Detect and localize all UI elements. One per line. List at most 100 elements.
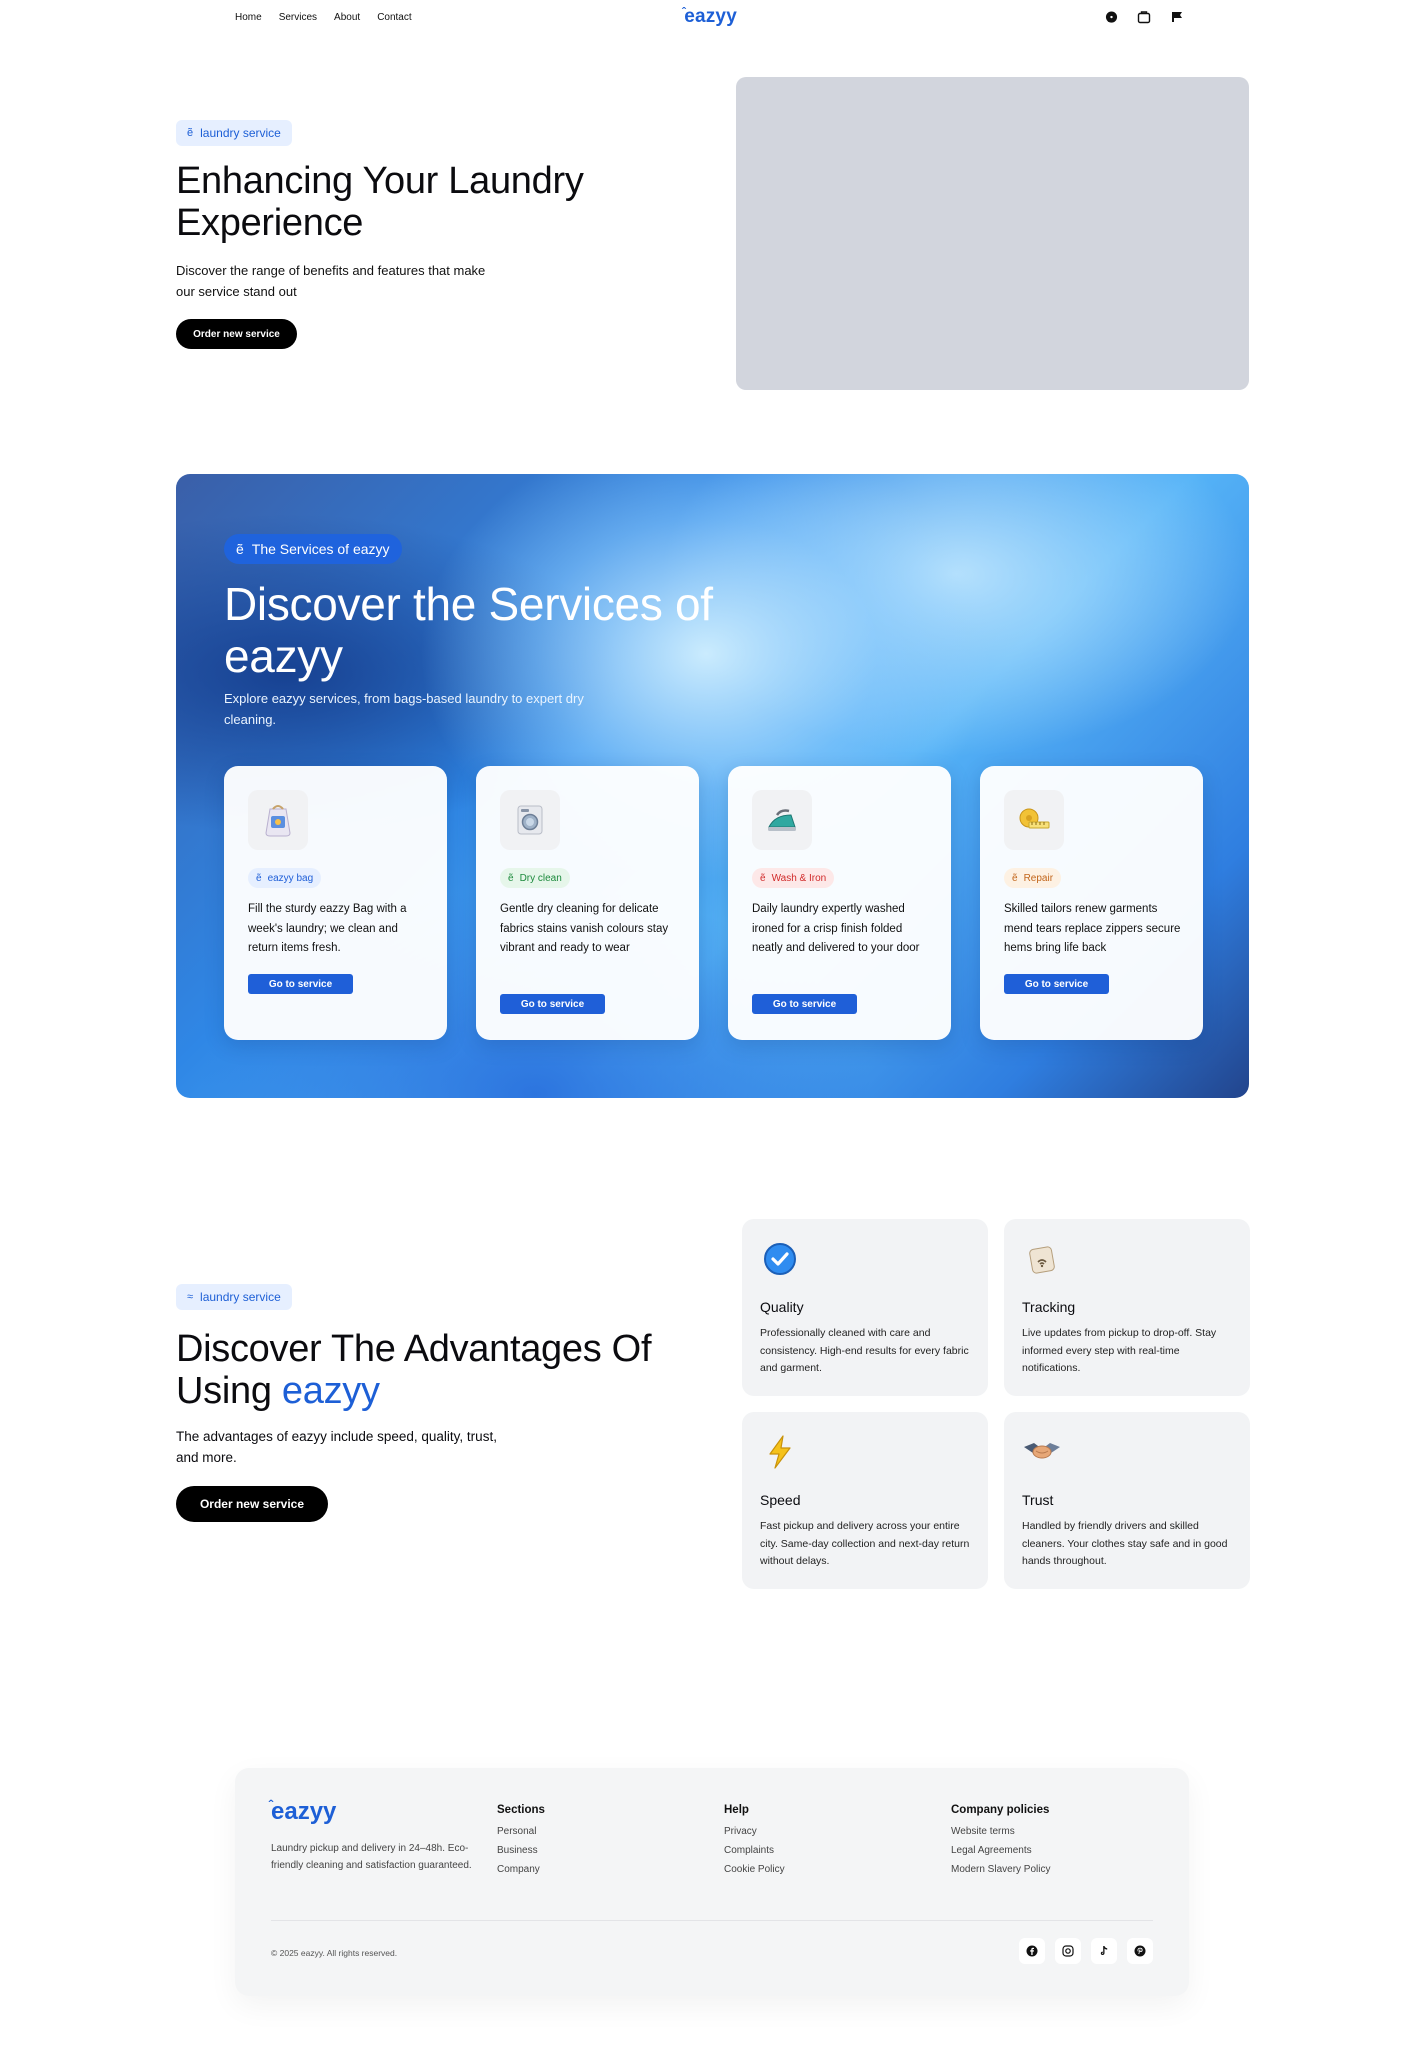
laundry-bag-icon: [248, 790, 308, 850]
pinterest-icon[interactable]: [1127, 1938, 1153, 1964]
advantages-pill-label: laundry service: [200, 1290, 281, 1304]
services-pill-label: The Services of eazyy: [251, 541, 390, 557]
footer-tagline: Laundry pickup and delivery in 24–48h. E…: [271, 1843, 472, 1871]
advantages-title: Discover The Advantages Of Using eazyy: [176, 1328, 696, 1412]
feature-card-speed: Speed Fast pickup and delivery across yo…: [742, 1412, 988, 1589]
service-card-wash-iron: ẽ Wash & Iron Daily laundry expertly was…: [728, 766, 951, 1040]
order-service-button[interactable]: Order new service: [176, 319, 297, 349]
service-tag-dry-clean: ẽ Dry clean: [500, 868, 570, 888]
footer-column-title: Sections: [497, 1804, 545, 1816]
tracking-tag-icon: [1022, 1239, 1062, 1279]
feature-text: Professionally cleaned with care and con…: [760, 1327, 969, 1374]
service-card-eazyy-bag: ẽ eazyy bag Fill the sturdy eazzy Bag wi…: [224, 766, 447, 1040]
feature-card-trust: Trust Handled by friendly drivers and sk…: [1004, 1412, 1250, 1589]
tape-measure-icon: [1004, 790, 1064, 850]
nav-about-link[interactable]: About: [334, 12, 360, 23]
hero-title: Enhancing Your Laundry Experience: [176, 160, 584, 244]
services-description: Explore eazyy services, from bags-based …: [224, 691, 584, 727]
service-tag-label: eazyy bag: [267, 872, 314, 884]
handshake-icon: [1022, 1432, 1062, 1472]
nav-icons: [1103, 9, 1185, 25]
chat-icon[interactable]: [1103, 9, 1119, 25]
check-badge-icon: [760, 1239, 800, 1279]
feature-card-quality: Quality Professionally cleaned with care…: [742, 1219, 988, 1396]
service-card-text: Daily laundry expertly washed ironed for…: [752, 903, 920, 954]
footer-column-help: Help Privacy Complaints Cookie Policy: [724, 1804, 785, 1883]
service-card-text: Fill the sturdy eazzy Bag with a week's …: [248, 903, 407, 954]
feature-text: Live updates from pickup to drop-off. St…: [1022, 1327, 1217, 1374]
order-service-button[interactable]: Order new service: [176, 1486, 328, 1522]
footer-link-business[interactable]: Business: [497, 1845, 545, 1856]
footer-link-privacy[interactable]: Privacy: [724, 1826, 785, 1837]
footer-link-modern-slavery-policy[interactable]: Modern Slavery Policy: [951, 1864, 1050, 1875]
nav-contact-link[interactable]: Contact: [377, 12, 411, 23]
feature-text: Handled by friendly drivers and skilled …: [1022, 1520, 1228, 1567]
washing-machine-icon: [500, 790, 560, 850]
nav-links: Home Services About Contact: [235, 12, 412, 23]
go-to-service-button[interactable]: Go to service: [1004, 974, 1109, 994]
footer-social-links: [1019, 1938, 1153, 1964]
services-section: ẽ The Services of eazyy Discover the Ser…: [176, 474, 1249, 1098]
feature-text: Fast pickup and delivery across your ent…: [760, 1520, 970, 1567]
advantages-title-main: Discover The Advantages Of Using: [176, 1328, 652, 1412]
footer-link-complaints[interactable]: Complaints: [724, 1845, 785, 1856]
footer-brand-name: eazyy: [271, 1798, 337, 1825]
footer-column-title: Company policies: [951, 1804, 1050, 1816]
footer-link-website-terms[interactable]: Website terms: [951, 1826, 1050, 1837]
tag-drop-icon: ẽ: [760, 872, 766, 884]
service-tag-repair: ẽ Repair: [1004, 868, 1062, 888]
footer-link-company[interactable]: Company: [497, 1864, 545, 1875]
services-title: Discover the Services of eazyy: [224, 578, 713, 682]
footer-link-cookie-policy[interactable]: Cookie Policy: [724, 1864, 785, 1875]
service-card-repair: ẽ Repair Skilled tailors renew garments …: [980, 766, 1203, 1040]
laundry-drop-icon: ẽ: [187, 127, 194, 139]
flag-icon[interactable]: [1169, 9, 1185, 25]
footer-column-title: Help: [724, 1804, 749, 1816]
tag-drop-icon: ẽ: [256, 872, 262, 884]
nav-services-link[interactable]: Services: [279, 12, 317, 23]
hero-description: Discover the range of benefits and featu…: [176, 263, 486, 299]
laundry-drop-icon: ẽ: [236, 541, 244, 557]
hero-pill-label: laundry service: [200, 126, 281, 140]
feature-name: Quality: [760, 1299, 804, 1315]
service-tag-label: Repair: [1023, 872, 1054, 884]
service-tag-label: Dry clean: [519, 872, 562, 884]
advantages-description: The advantages of eazyy include speed, q…: [176, 1429, 497, 1465]
lightning-icon: [760, 1432, 800, 1472]
brand-logo[interactable]: ̂eazyy: [684, 5, 737, 28]
tag-drop-icon: ẽ: [1012, 872, 1018, 884]
feature-name: Tracking: [1022, 1299, 1076, 1315]
footer-copyright: © 2025 eazyy. All rights reserved.: [271, 1948, 398, 1958]
tiktok-icon[interactable]: [1091, 1938, 1117, 1964]
go-to-service-button[interactable]: Go to service: [500, 994, 605, 1014]
advantages-pill: ≈ laundry service: [176, 1284, 292, 1310]
footer-column-company-policies: Company policies Website terms Legal Agr…: [951, 1804, 1050, 1883]
wave-icon: ≈: [187, 1291, 194, 1303]
iron-icon: [752, 790, 812, 850]
feature-name: Trust: [1022, 1492, 1054, 1508]
service-tag-label: Wash & Iron: [771, 872, 827, 884]
feature-name: Speed: [760, 1492, 801, 1508]
advantages-title-brand: eazyy: [281, 1370, 380, 1412]
service-tag-eazyy-bag: ẽ eazyy bag: [248, 868, 322, 888]
nav-home-link[interactable]: Home: [235, 12, 262, 23]
service-card-dry-clean: ẽ Dry clean Gentle dry cleaning for deli…: [476, 766, 699, 1040]
go-to-service-button[interactable]: Go to service: [248, 974, 353, 994]
service-tag-wash-iron: ẽ Wash & Iron: [752, 868, 835, 888]
go-to-service-button[interactable]: Go to service: [752, 994, 857, 1014]
service-card-text: Gentle dry cleaning for delicate fabrics…: [500, 903, 669, 954]
hero-image-placeholder: [736, 77, 1249, 390]
footer-brand-logo[interactable]: ̂eazyy: [271, 1798, 336, 1826]
hero-pill: ẽ laundry service: [176, 120, 292, 146]
instagram-icon[interactable]: [1055, 1938, 1081, 1964]
bag-icon[interactable]: [1136, 9, 1152, 25]
top-nav: Home Services About Contact ̂eazyy: [0, 0, 1424, 36]
footer-link-personal[interactable]: Personal: [497, 1826, 545, 1837]
brand-name: eazyy: [684, 6, 737, 27]
footer-link-legal-agreements[interactable]: Legal Agreements: [951, 1845, 1050, 1856]
feature-card-tracking: Tracking Live updates from pickup to dro…: [1004, 1219, 1250, 1396]
facebook-icon[interactable]: [1019, 1938, 1045, 1964]
services-pill: ẽ The Services of eazyy: [224, 534, 402, 564]
site-footer: ̂eazyy Laundry pickup and delivery in 24…: [235, 1768, 1189, 1996]
tag-drop-icon: ẽ: [508, 872, 514, 884]
